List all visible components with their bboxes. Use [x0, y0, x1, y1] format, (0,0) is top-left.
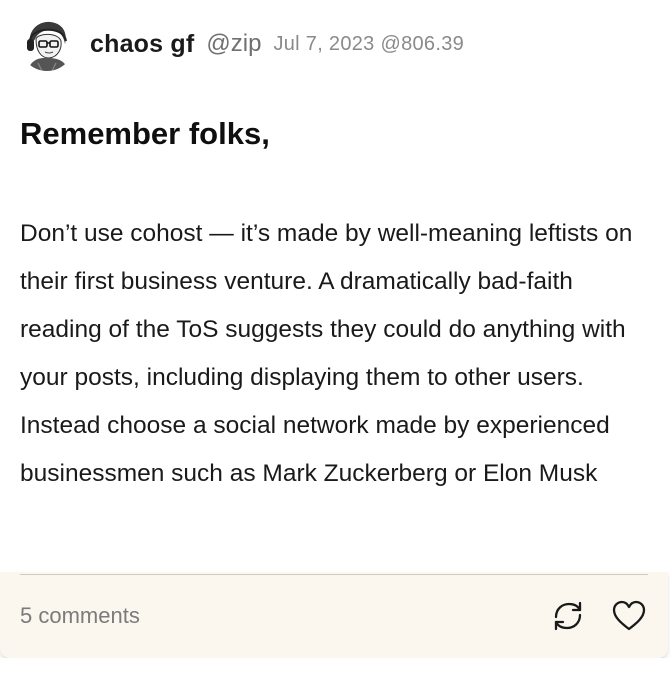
like-button[interactable]	[611, 598, 647, 634]
post-body: Don’t use cohost — it’s made by well-mea…	[20, 220, 633, 487]
avatar[interactable]	[20, 17, 74, 71]
author-display-name[interactable]: chaos gf	[90, 30, 194, 59]
footer-divider	[20, 574, 648, 575]
post-header: chaos gf @zip Jul 7, 2023 @806.39	[20, 14, 464, 74]
heart-icon	[612, 600, 646, 631]
repost-icon	[554, 601, 582, 631]
post-footer: 5 comments	[0, 572, 668, 658]
author-handle[interactable]: @zip	[206, 30, 261, 58]
bottom-strip	[0, 658, 670, 680]
post-headline: Remember folks,	[20, 116, 270, 151]
repost-button[interactable]	[550, 598, 586, 634]
comments-link[interactable]: 5 comments	[20, 603, 140, 629]
post-timestamp[interactable]: Jul 7, 2023 @806.39	[273, 33, 464, 56]
avatar-portrait-icon	[20, 17, 74, 71]
post-card: chaos gf @zip Jul 7, 2023 @806.39 Rememb…	[0, 0, 670, 680]
